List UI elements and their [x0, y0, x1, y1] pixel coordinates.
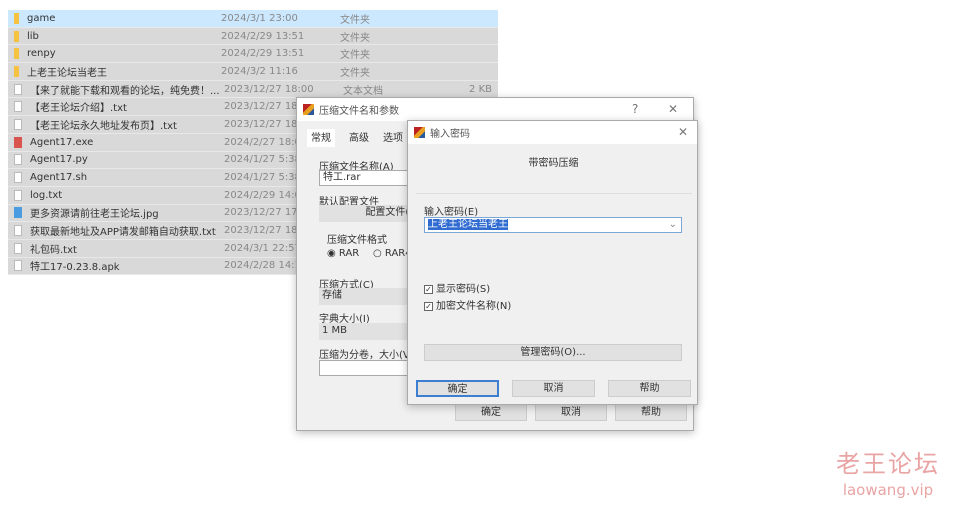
encrypt-names-label: 加密文件名称(N)	[436, 301, 512, 312]
file-type: 文件夹	[340, 67, 370, 79]
file-name: Agent17.py	[30, 154, 88, 166]
file-date: 2024/2/29 13:51	[221, 30, 305, 42]
tab-advanced[interactable]: 高级	[349, 129, 369, 147]
exe-icon	[14, 136, 22, 148]
img-icon	[14, 207, 22, 219]
folder-icon	[14, 48, 19, 60]
folder-icon	[14, 12, 19, 24]
file-type: 文件夹	[340, 14, 370, 26]
chevron-down-icon[interactable]: ⌄	[669, 218, 677, 232]
file-row[interactable]: 上老王论坛当老王 2024/3/2 11:16 文件夹	[8, 63, 498, 81]
format-rar-radio[interactable]: ◉ RAR	[327, 248, 359, 259]
file-date: 2024/3/1 23:00	[221, 12, 298, 24]
file-name: 更多资源请前往老王论坛.jpg	[30, 209, 159, 221]
file-date: 2024/2/29 13:51	[221, 48, 305, 60]
file-type: 文本文档	[343, 85, 383, 97]
winrar-icon	[303, 104, 314, 115]
password-label: 输入密码(E)	[424, 207, 479, 218]
file-name: 【老王论坛介绍】.txt	[30, 103, 127, 115]
folder-icon	[14, 30, 19, 42]
file-icon	[14, 225, 22, 237]
method-select[interactable]: 存储	[319, 288, 419, 305]
file-row[interactable]: game 2024/3/1 23:00 文件夹	[8, 10, 498, 28]
file-row[interactable]: 【来了就能下载和观看的论坛，纯免费！... 2023/12/27 18:00 文本文…	[8, 80, 498, 99]
file-icon	[14, 154, 22, 166]
check-icon: ✓	[424, 284, 433, 294]
file-size: 2 KB	[469, 83, 492, 95]
file-name: lib	[27, 30, 39, 42]
winrar-icon	[414, 127, 425, 138]
file-name: Agent17.exe	[30, 136, 94, 148]
dict-select[interactable]: 1 MB	[319, 323, 419, 340]
help-button[interactable]: 帮助	[608, 380, 691, 397]
file-row[interactable]: lib 2024/2/29 13:51 文件夹	[8, 27, 498, 46]
file-icon	[14, 260, 22, 272]
file-date: 2023/12/27 18:00	[224, 83, 314, 95]
tab-general[interactable]: 常规	[307, 129, 335, 147]
watermark-url: laowang.vip	[842, 481, 934, 499]
folder-icon	[14, 65, 19, 77]
file-type: 文件夹	[340, 50, 370, 62]
file-name: renpy	[27, 48, 56, 60]
show-password-label: 显示密码(S)	[436, 284, 491, 295]
dialog-heading: 带密码压缩	[528, 158, 579, 169]
file-name: 礼包码.txt	[30, 244, 77, 256]
file-name: 【来了就能下载和观看的论坛，纯免费！...	[30, 85, 220, 97]
format-rar4-radio[interactable]: ○ RAR4	[373, 248, 412, 259]
file-icon	[14, 242, 22, 254]
file-name: 特工17-0.23.8.apk	[30, 262, 120, 274]
profile-button[interactable]: 配置文件(F)	[319, 205, 419, 222]
archive-name-input[interactable]: 特工.rar	[319, 170, 419, 186]
tab-options[interactable]: 选项	[383, 129, 403, 147]
file-type: 文件夹	[340, 32, 370, 44]
file-name: game	[27, 12, 56, 24]
file-name: 【老王论坛永久地址发布页】.txt	[30, 120, 177, 132]
watermark-text: 老王论坛	[836, 450, 940, 478]
password-dialog: 输入密码 ✕ 带密码压缩 输入密码(E) 上老王论坛当老王 ⌄ ✓ 显示密码(S) …	[407, 120, 698, 405]
file-icon	[14, 83, 22, 95]
file-name: Agent17.sh	[30, 172, 88, 184]
show-password-checkbox[interactable]: ✓ 显示密码(S)	[424, 280, 490, 295]
help-icon[interactable]: ?	[632, 102, 638, 116]
file-icon	[14, 189, 22, 201]
help-button[interactable]: 帮助	[615, 404, 687, 421]
file-name: 上老王论坛当老王	[27, 67, 107, 79]
title-bar: 输入密码	[408, 121, 697, 144]
cancel-button[interactable]: 取消	[512, 380, 595, 397]
ok-button[interactable]: 确定	[455, 404, 527, 421]
file-name: 获取最新地址及APP请发邮箱自动获取.txt	[30, 227, 216, 239]
format-label: 压缩文件格式	[327, 235, 387, 246]
file-icon	[14, 118, 22, 130]
password-input[interactable]: 上老王论坛当老王 ⌄	[424, 217, 682, 233]
password-value: 上老王论坛当老王	[428, 219, 508, 230]
file-date: 2024/3/2 11:16	[221, 65, 298, 77]
manage-passwords-button[interactable]: 管理密码(O)...	[424, 344, 682, 361]
watermark-logo: 老王论坛 laowang.vip	[836, 444, 940, 499]
split-input[interactable]	[319, 360, 419, 376]
check-icon: ✓	[424, 301, 433, 311]
encrypt-names-checkbox[interactable]: ✓ 加密文件名称(N)	[424, 297, 511, 312]
close-icon[interactable]: ✕	[678, 125, 688, 139]
file-icon	[14, 172, 22, 184]
cancel-button[interactable]: 取消	[535, 404, 607, 421]
split-label: 压缩为分卷，大小(V)	[319, 350, 414, 361]
dialog-title: 压缩文件名和参数	[319, 106, 399, 117]
file-icon	[14, 101, 22, 113]
rar-label: RAR	[338, 248, 360, 259]
dialog-title: 输入密码	[430, 129, 470, 140]
file-row[interactable]: renpy 2024/2/29 13:51 文件夹	[8, 45, 498, 64]
file-name: log.txt	[30, 189, 63, 201]
close-icon[interactable]: ✕	[668, 102, 678, 116]
ok-button[interactable]: 确定	[416, 380, 499, 397]
